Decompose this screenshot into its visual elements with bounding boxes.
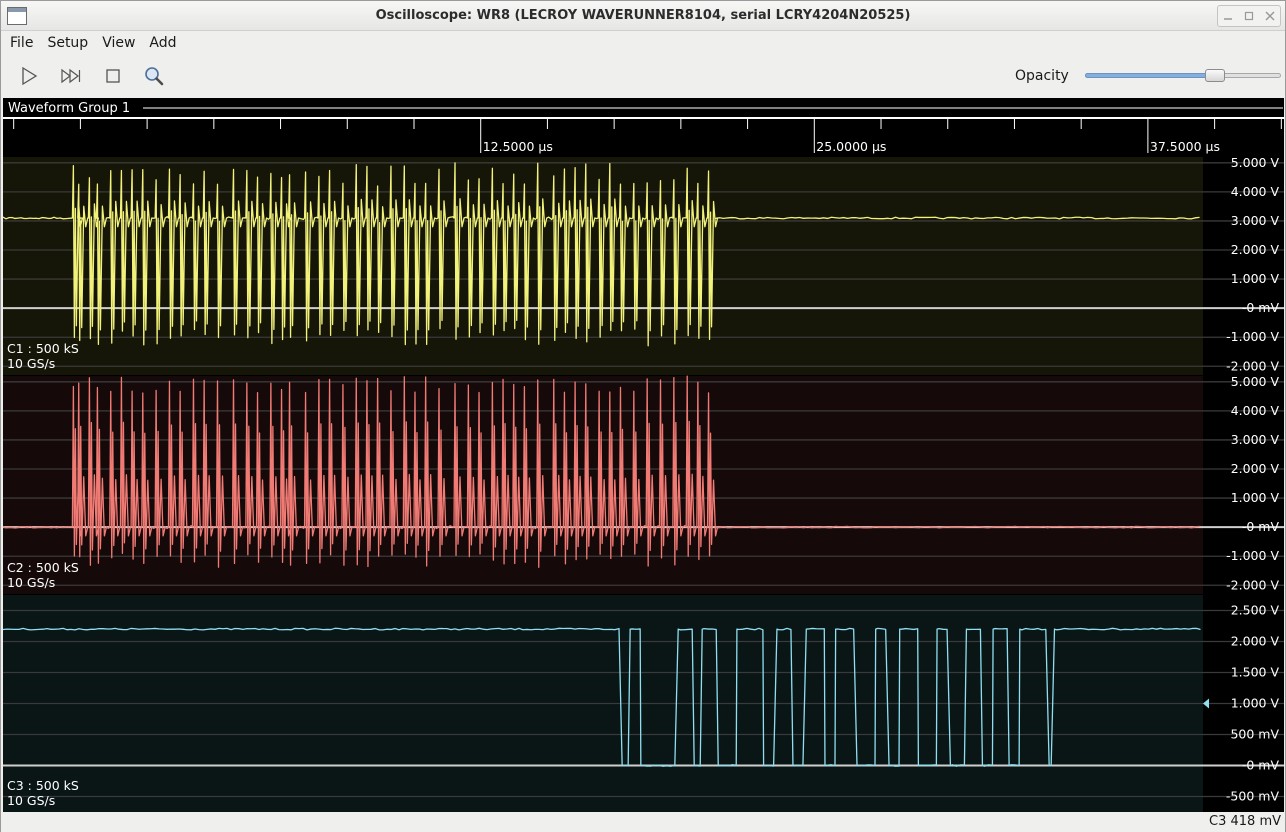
volt-tick-label: 2.500 V: [1231, 603, 1280, 618]
toolbar: Opacity: [1, 57, 1285, 95]
menu-bar: File Setup View Add: [1, 31, 1285, 55]
menu-setup[interactable]: Setup: [40, 35, 95, 51]
trigger-level-marker: [1203, 698, 1209, 709]
volt-tick-label: 1.000 V: [1231, 696, 1280, 711]
opacity-slider-handle[interactable]: [1205, 69, 1225, 82]
channel-info-rate: 10 GS/s: [7, 793, 55, 808]
time-label: 37.5000 µs: [1150, 139, 1220, 154]
status-bar: C3 418 mV: [1, 813, 1285, 832]
menu-view[interactable]: View: [95, 35, 142, 51]
volt-tick-label: 2.000 V: [1231, 461, 1280, 476]
play-icon[interactable]: [17, 65, 41, 87]
volt-tick-label: 3.000 V: [1231, 432, 1280, 447]
step-forward-icon[interactable]: [57, 65, 85, 87]
volt-tick-label: -0 mV: [1242, 519, 1280, 534]
channel-info-samples: C3 : 500 kS: [7, 778, 79, 793]
volt-tick-label: 5.000 V: [1231, 155, 1280, 170]
title-bar[interactable]: Oscilloscope: WR8 (LECROY WAVERUNNER8104…: [1, 1, 1285, 31]
volt-tick-label: -2.000 V: [1226, 358, 1279, 373]
stop-icon[interactable]: [101, 65, 125, 87]
volt-tick-label: 2.000 V: [1231, 242, 1280, 257]
time-label: 12.5000 µs: [483, 139, 553, 154]
volt-tick-label: -2.000 V: [1226, 577, 1279, 592]
opacity-label: Opacity: [1015, 68, 1069, 84]
channel-c2-strip: 5.000 V 4.000 V 3.000 V 2.000 V 1.000 V -0 mV…: [2, 374, 1284, 594]
window-controls: [1217, 5, 1281, 27]
maximize-icon[interactable]: [1241, 8, 1257, 24]
channel-info-rate: 10 GS/s: [7, 356, 55, 371]
close-icon[interactable]: [1262, 8, 1278, 24]
volt-tick-label: 1.000 V: [1231, 490, 1280, 505]
volt-tick-label: 4.000 V: [1231, 403, 1280, 418]
channel-info-samples: C1 : 500 kS: [7, 341, 79, 356]
volt-tick-label: 500 mV: [1230, 727, 1279, 742]
channel-info-samples: C2 : 500 kS: [7, 560, 79, 575]
volt-tick-label: -0 mV: [1242, 758, 1280, 773]
channel-c3-strip: 2.500 V 2.000 V 1.500 V 1.000 V 500 mV -0 mV -…: [2, 595, 1284, 812]
opacity-slider[interactable]: [1085, 69, 1281, 83]
status-cursor-readout: C3 418 mV: [1209, 814, 1281, 829]
volt-tick-label: 3.000 V: [1231, 213, 1280, 228]
channel-c1-strip: 5.000 V 4.000 V 3.000 V 2.000 V 1.000 V -0 mV…: [2, 155, 1284, 375]
volt-tick-label: -1.000 V: [1226, 329, 1279, 344]
waveform-canvas[interactable]: Waveform Group 1 12.5000 µs 25.0000 µs 37.5…: [2, 98, 1284, 812]
volt-tick-label: 2.000 V: [1231, 634, 1280, 649]
volt-tick-label: -0 mV: [1242, 300, 1280, 315]
volt-tick-label: 4.000 V: [1231, 184, 1280, 199]
menu-file[interactable]: File: [3, 35, 40, 51]
minimize-icon[interactable]: [1220, 8, 1236, 24]
volt-tick-label: 5.000 V: [1231, 374, 1280, 389]
channel-info-rate: 10 GS/s: [7, 575, 55, 590]
opacity-slider-fill: [1085, 73, 1215, 78]
oscilloscope-window: Oscilloscope: WR8 (LECROY WAVERUNNER8104…: [0, 0, 1286, 832]
time-label: 25.0000 µs: [816, 139, 886, 154]
volt-tick-label: -1.000 V: [1226, 548, 1279, 563]
waveform-area[interactable]: Waveform Group 1 12.5000 µs 25.0000 µs 37.5…: [2, 98, 1284, 812]
menu-add[interactable]: Add: [142, 35, 183, 51]
waveform-group-title: Waveform Group 1: [8, 101, 130, 116]
window-title: Oscilloscope: WR8 (LECROY WAVERUNNER8104…: [375, 8, 911, 23]
volt-tick-label: 1.500 V: [1231, 665, 1280, 680]
volt-tick-label: 1.000 V: [1231, 271, 1280, 286]
zoom-icon[interactable]: [142, 65, 166, 87]
volt-tick-label: -500 mV: [1226, 789, 1280, 804]
